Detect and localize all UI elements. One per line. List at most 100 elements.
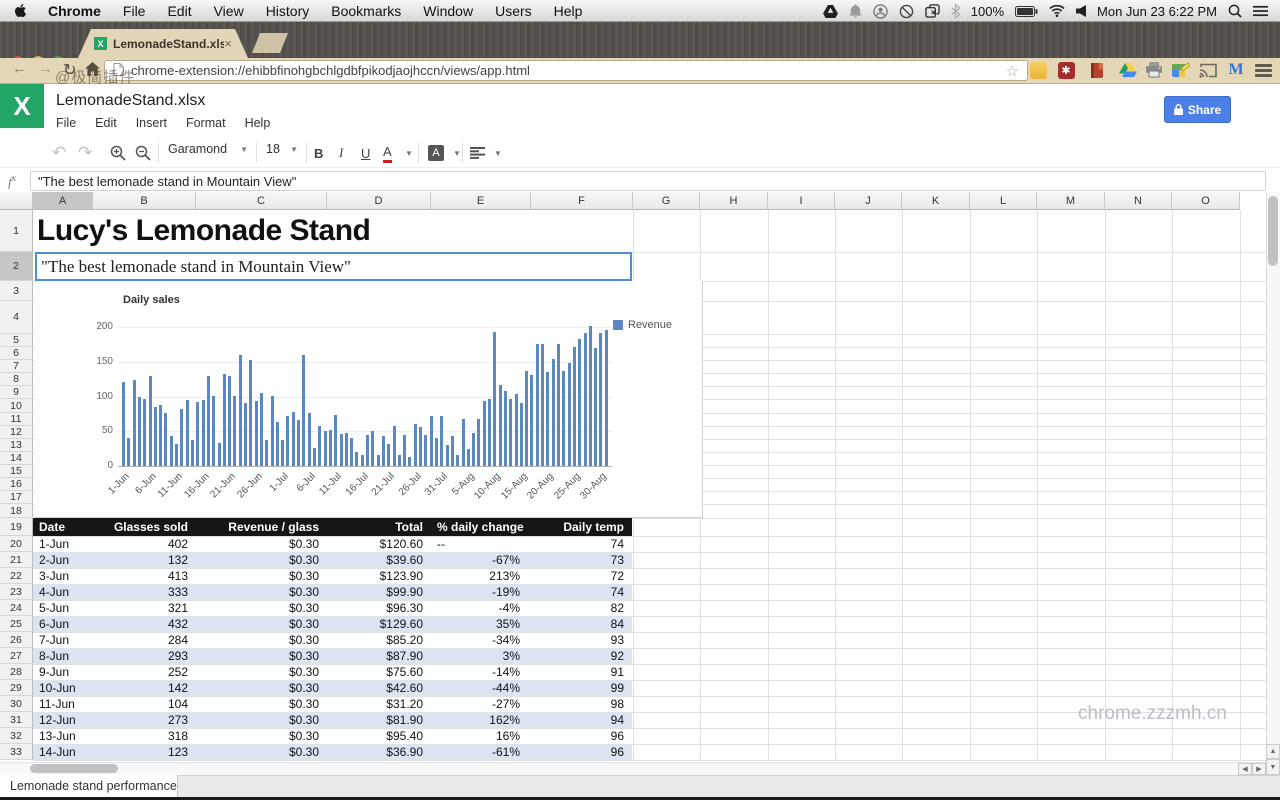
menu-users[interactable]: Users (484, 3, 543, 19)
table-cell[interactable]: 98 (531, 697, 632, 711)
table-cell[interactable]: $42.60 (327, 681, 431, 695)
table-cell[interactable]: -27% (431, 697, 531, 711)
table-cell[interactable]: -- (431, 537, 531, 551)
notification-center-icon[interactable] (1253, 5, 1268, 17)
row-header-27[interactable]: 27 (0, 648, 33, 664)
column-header-b[interactable]: B (93, 192, 196, 210)
table-cell[interactable]: $96.30 (327, 601, 431, 615)
table-row[interactable]: 6-Jun 432 $0.30 $129.60 35% 84 (33, 616, 632, 632)
menu-help[interactable]: Help (543, 3, 594, 19)
row-header-9[interactable]: 9 (0, 386, 33, 399)
table-cell[interactable]: 402 (93, 537, 196, 551)
row-header-26[interactable]: 26 (0, 632, 33, 648)
row-header-8[interactable]: 8 (0, 373, 33, 386)
bookmark-star-icon[interactable]: ☆ (1006, 62, 1019, 80)
table-cell[interactable]: 8-Jun (33, 649, 93, 663)
table-cell[interactable]: $31.20 (327, 697, 431, 711)
table-cell[interactable]: 10-Jun (33, 681, 93, 695)
browser-menu-icon[interactable] (1252, 59, 1274, 81)
notification-bell-icon[interactable] (849, 4, 862, 18)
row-header-20[interactable]: 20 (0, 536, 33, 552)
column-header-c[interactable]: C (196, 192, 327, 210)
table-cell[interactable]: $129.60 (327, 617, 431, 631)
table-cell[interactable]: 5-Jun (33, 601, 93, 615)
row-header-7[interactable]: 7 (0, 360, 33, 373)
menu-window[interactable]: Window (412, 3, 484, 19)
scroll-right-button[interactable]: ▶ (1252, 763, 1266, 775)
address-bar[interactable]: chrome-extension://ehibbfinohgbchlgdbfpi… (104, 60, 1028, 81)
table-cell[interactable]: 99 (531, 681, 632, 695)
scroll-up-button[interactable]: ▲ (1266, 744, 1280, 759)
redo-icon[interactable]: ↷ (78, 143, 92, 163)
select-all-corner[interactable] (0, 192, 33, 210)
table-row[interactable]: 13-Jun 318 $0.30 $95.40 16% 96 (33, 728, 632, 744)
row-header-18[interactable]: 18 (0, 504, 33, 518)
app-menu-file[interactable]: File (54, 114, 85, 132)
row-header-28[interactable]: 28 (0, 664, 33, 680)
drive-icon[interactable] (822, 4, 838, 18)
table-cell[interactable]: 92 (531, 649, 632, 663)
ext-icon-drive[interactable] (1117, 59, 1139, 81)
row-header-12[interactable]: 12 (0, 426, 33, 439)
table-row[interactable]: 2-Jun 132 $0.30 $39.60 -67% 73 (33, 552, 632, 568)
table-cell[interactable]: 1-Jun (33, 537, 93, 551)
table-cell[interactable]: $0.30 (196, 697, 327, 711)
table-row[interactable]: 8-Jun 293 $0.30 $87.90 3% 92 (33, 648, 632, 664)
table-cell[interactable]: -34% (431, 633, 531, 647)
table-cell[interactable]: 3-Jun (33, 569, 93, 583)
table-row[interactable]: 5-Jun 321 $0.30 $96.30 -4% 82 (33, 600, 632, 616)
tab-close-icon[interactable]: × (224, 36, 232, 51)
table-cell[interactable]: 252 (93, 665, 196, 679)
horizontal-scrollbar-thumb[interactable] (30, 764, 118, 773)
align-button[interactable] (470, 143, 485, 163)
menu-view[interactable]: View (203, 3, 255, 19)
row-header-21[interactable]: 21 (0, 552, 33, 568)
table-cell[interactable]: 16% (431, 729, 531, 743)
column-header-j[interactable]: J (835, 192, 902, 210)
table-cell[interactable]: $0.30 (196, 729, 327, 743)
table-cell[interactable]: 13-Jun (33, 729, 93, 743)
spotlight-icon[interactable] (1228, 4, 1242, 18)
table-cell[interactable]: 96 (531, 745, 632, 759)
row-header-14[interactable]: 14 (0, 452, 33, 465)
document-title[interactable]: LemonadeStand.xlsx (56, 92, 205, 110)
column-header-o[interactable]: O (1172, 192, 1240, 210)
row-header-33[interactable]: 33 (0, 744, 33, 760)
zoom-out-icon[interactable] (135, 143, 151, 163)
table-cell[interactable]: 9-Jun (33, 665, 93, 679)
vertical-scrollbar-thumb[interactable] (1268, 196, 1278, 266)
table-cell[interactable]: 72 (531, 569, 632, 583)
ext-icon-notebook[interactable] (1086, 59, 1108, 81)
table-row[interactable]: 10-Jun 142 $0.30 $42.60 -44% 99 (33, 680, 632, 696)
table-cell[interactable]: $0.30 (196, 633, 327, 647)
table-row[interactable]: 9-Jun 252 $0.30 $75.60 -14% 91 (33, 664, 632, 680)
table-cell[interactable]: 432 (93, 617, 196, 631)
daily-sales-chart[interactable]: Daily sales Revenue 200 150 100 50 0 1-Jun 6-J… (35, 281, 703, 518)
table-cell[interactable]: $123.90 (327, 569, 431, 583)
table-cell[interactable]: 14-Jun (33, 745, 93, 759)
table-cell[interactable]: $95.40 (327, 729, 431, 743)
table-cell[interactable]: 104 (93, 697, 196, 711)
italic-button[interactable]: I (339, 143, 343, 163)
horizontal-scrollbar[interactable] (0, 762, 1266, 775)
underline-button[interactable]: U (361, 143, 370, 163)
table-cell[interactable]: $39.60 (327, 553, 431, 567)
table-cell[interactable]: 96 (531, 729, 632, 743)
table-cell[interactable]: -44% (431, 681, 531, 695)
back-button[interactable]: ← (12, 60, 27, 77)
table-cell[interactable]: 7-Jun (33, 633, 93, 647)
font-family-select[interactable]: Garamond ▼ (168, 142, 248, 156)
ext-icon-hand[interactable] (1027, 59, 1049, 81)
table-cell[interactable]: $0.30 (196, 601, 327, 615)
table-cell[interactable]: $0.30 (196, 681, 327, 695)
row-header-15[interactable]: 15 (0, 465, 33, 478)
menu-chrome[interactable]: Chrome (37, 3, 112, 19)
menu-bookmarks[interactable]: Bookmarks (320, 3, 412, 19)
table-cell[interactable]: $85.20 (327, 633, 431, 647)
column-header-m[interactable]: M (1037, 192, 1105, 210)
table-cell[interactable]: 35% (431, 617, 531, 631)
column-header-i[interactable]: I (768, 192, 835, 210)
row-header-22[interactable]: 22 (0, 568, 33, 584)
sheet-tab[interactable]: Lemonade stand performance (0, 775, 178, 797)
browser-tab[interactable]: X LemonadeStand.xlsx × (78, 29, 248, 58)
